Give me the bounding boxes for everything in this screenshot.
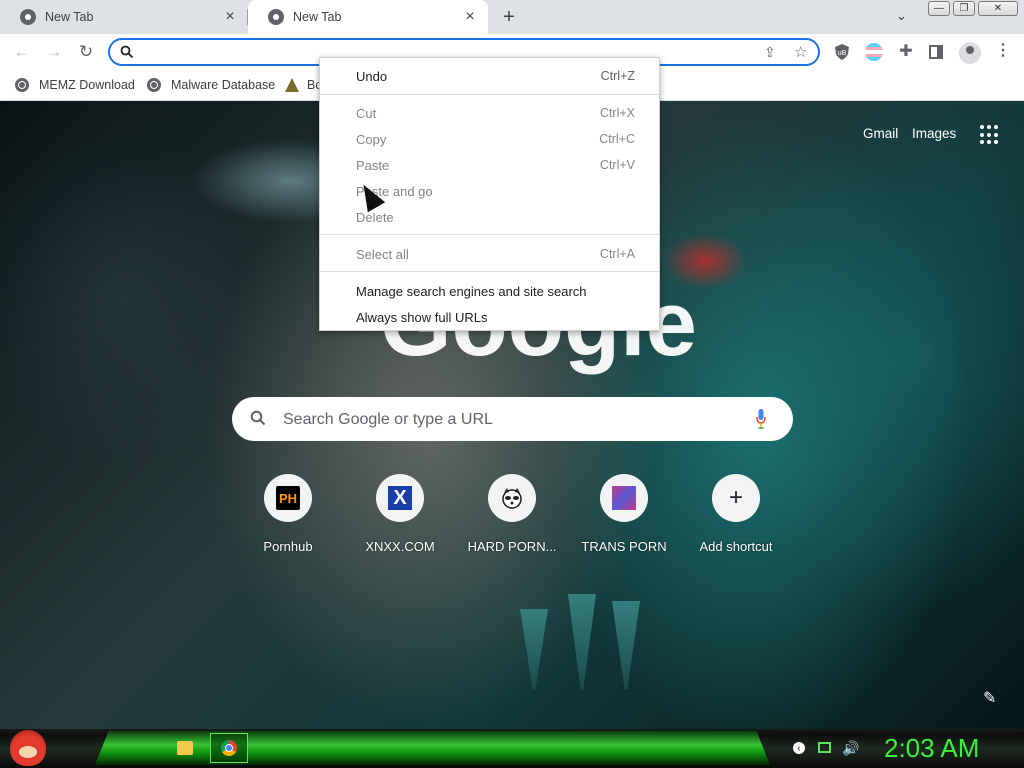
shortcut-tile: X	[376, 474, 424, 522]
shortcut-label: HARD PORN...	[467, 539, 557, 554]
menu-divider	[320, 94, 659, 95]
search-icon	[120, 45, 134, 59]
search-icon	[250, 410, 266, 426]
menu-item-manage-search-engines[interactable]: Manage search engines and site search	[320, 278, 659, 304]
menu-item-label: Undo	[356, 68, 388, 84]
shortcut-tile: PH	[264, 474, 312, 522]
menu-item-paste[interactable]: Paste Ctrl+V	[320, 152, 659, 178]
menu-item-shortcut: Ctrl+A	[599, 247, 635, 261]
close-tab-icon[interactable]: ×	[222, 8, 238, 25]
share-icon[interactable]: ⇪	[764, 44, 776, 61]
customize-pencil-icon[interactable]: ✎	[983, 688, 996, 708]
window-close-button[interactable]: ✕	[978, 1, 1018, 16]
shortcut-hard-porn[interactable]: HARD PORN...	[456, 474, 568, 554]
network-icon[interactable]	[818, 742, 831, 753]
chrome-icon	[221, 740, 237, 756]
menu-divider	[320, 234, 659, 235]
background-fang	[520, 609, 548, 689]
background-fang	[612, 601, 640, 689]
chrome-favicon-icon	[268, 9, 284, 25]
shortcut-label: TRANS PORN	[581, 539, 667, 554]
new-tab-plus-icon[interactable]: +	[498, 7, 520, 29]
bookmark-bo[interactable]: Bo	[285, 76, 322, 94]
window-restore-button[interactable]: ❐	[953, 1, 975, 16]
bookmark-star-icon[interactable]: ☆	[794, 43, 807, 61]
menu-item-label: Copy	[356, 131, 387, 147]
window-minimize-button[interactable]: —	[928, 1, 950, 16]
ublock-origin-icon[interactable]: uB	[833, 43, 851, 61]
menu-divider	[320, 271, 659, 272]
globe-icon	[147, 78, 161, 92]
back-arrow-icon[interactable]: ←	[11, 42, 33, 64]
start-button-angry-bird-icon[interactable]	[10, 730, 46, 766]
bookmark-memz-download[interactable]: MEMZ Download	[15, 76, 135, 94]
tab-search-chevron-icon[interactable]: ⌄	[896, 8, 907, 24]
shortcut-pornhub[interactable]: PH Pornhub	[232, 474, 344, 554]
menu-item-shortcut: Ctrl+Z	[600, 69, 635, 83]
menu-item-label: Manage search engines and site search	[356, 283, 587, 299]
bookmark-label: Malware Database	[171, 78, 276, 92]
tab-title: New Tab	[45, 10, 94, 24]
volume-icon[interactable]: 🔊	[842, 740, 859, 757]
shortcut-xnxx[interactable]: X XNXX.COM	[344, 474, 456, 554]
taskbar-green-band	[95, 731, 770, 765]
ntp-search-box[interactable]: Search Google or type a URL	[232, 397, 793, 441]
menu-item-label: Cut	[356, 105, 377, 121]
menu-item-label: Delete	[356, 209, 394, 225]
menu-item-copy[interactable]: Copy Ctrl+C	[320, 126, 659, 152]
profile-avatar-icon[interactable]	[959, 42, 981, 64]
shortcut-tile: +	[712, 474, 760, 522]
menu-item-label: Paste	[356, 157, 390, 173]
xnxx-favicon-icon: X	[388, 486, 412, 510]
file-explorer-icon[interactable]	[177, 741, 193, 755]
menu-item-shortcut: Ctrl+V	[599, 158, 635, 172]
gmail-link[interactable]: Gmail	[863, 126, 898, 141]
shortcut-tile	[600, 474, 648, 522]
tab-new-tab-1[interactable]: New Tab ×	[0, 0, 248, 34]
tray-arrow-icon[interactable]: ‹	[793, 742, 805, 754]
google-apps-grid-icon[interactable]	[980, 125, 1000, 145]
shortcut-tile	[488, 474, 536, 522]
bookmark-malware-database[interactable]: Malware Database	[147, 76, 275, 94]
shortcut-label: Pornhub	[263, 539, 313, 554]
tab-title: New Tab	[293, 10, 342, 24]
bookmark-label: MEMZ Download	[39, 78, 135, 92]
forward-arrow-icon[interactable]: →	[43, 42, 65, 64]
menu-item-label: Select all	[356, 246, 409, 262]
close-tab-icon[interactable]: ×	[462, 8, 478, 25]
globe-icon	[15, 78, 29, 92]
menu-item-cut[interactable]: Cut Ctrl+X	[320, 100, 659, 126]
extensions-puzzle-icon[interactable]: ✚	[897, 43, 915, 61]
menu-item-always-show-full-urls[interactable]: Always show full URLs	[320, 304, 659, 330]
tab-strip: New Tab × New Tab × + ⌄ — ❐ ✕	[0, 0, 1024, 34]
menu-item-shortcut: Ctrl+C	[599, 132, 635, 146]
background-fang	[568, 594, 596, 689]
pornhub-favicon-icon: PH	[276, 486, 300, 510]
site-favicon-icon	[285, 78, 299, 92]
menu-item-undo[interactable]: Undo Ctrl+Z	[320, 63, 659, 89]
raccoon-favicon-icon	[502, 488, 522, 509]
microphone-icon[interactable]	[756, 409, 766, 429]
menu-item-shortcut: Ctrl+X	[599, 106, 635, 120]
menu-item-label: Always show full URLs	[356, 309, 488, 325]
shortcut-label: XNXX.COM	[365, 539, 435, 554]
search-placeholder: Search Google or type a URL	[283, 411, 493, 428]
svg-text:uB: uB	[838, 50, 847, 57]
side-panel-icon[interactable]	[929, 45, 943, 59]
shortcut-trans-porn[interactable]: TRANS PORN	[568, 474, 680, 554]
plus-icon: +	[728, 484, 743, 511]
thumbnail-favicon-icon	[612, 486, 636, 510]
reload-icon[interactable]: ↻	[75, 42, 97, 64]
add-shortcut-button[interactable]: + Add shortcut	[680, 474, 792, 554]
chrome-favicon-icon	[20, 9, 36, 25]
taskbar-clock[interactable]: 2:03 AM	[884, 733, 979, 764]
menu-item-select-all[interactable]: Select all Ctrl+A	[320, 241, 659, 267]
shortcut-label: Add shortcut	[699, 539, 773, 554]
more-menu-icon[interactable]: ⋮	[995, 43, 1011, 59]
images-link[interactable]: Images	[912, 126, 956, 141]
trans-flag-extension-icon[interactable]	[865, 43, 883, 61]
tab-new-tab-2-active[interactable]: New Tab ×	[248, 0, 488, 34]
